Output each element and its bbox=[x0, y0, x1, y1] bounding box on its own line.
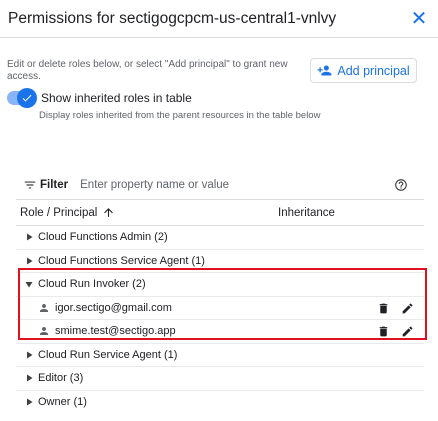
role-label: Cloud Run Service Agent (1) bbox=[38, 348, 178, 361]
role-label: Cloud Functions Admin (2) bbox=[38, 231, 168, 244]
role-row-cloud-functions-service-agent[interactable]: Cloud Functions Service Agent (1) bbox=[16, 250, 424, 273]
help-icon[interactable] bbox=[394, 178, 408, 192]
inherited-roles-toggle-row: Show inherited roles in table bbox=[7, 88, 192, 108]
intro-description: Edit or delete roles below, or select "A… bbox=[7, 59, 288, 82]
add-principal-label: Add principal bbox=[337, 63, 410, 78]
principal-label: smime.test@sectigo.app bbox=[55, 325, 176, 338]
close-icon[interactable]: ✕ bbox=[408, 8, 430, 30]
role-principal-column-header[interactable]: Role / Principal bbox=[20, 206, 115, 219]
dialog-title: Permissions for sectigogcpcm-us-central1… bbox=[8, 10, 337, 27]
caret-right-icon bbox=[27, 351, 33, 359]
delete-icon[interactable] bbox=[377, 325, 390, 338]
person-icon bbox=[40, 327, 48, 336]
caret-right-icon bbox=[27, 233, 33, 241]
role-label: Editor (3) bbox=[38, 372, 84, 385]
dialog-header: Permissions for sectigogcpcm-us-central1… bbox=[0, 0, 438, 38]
inherited-roles-label: Show inherited roles in table bbox=[41, 91, 192, 105]
role-label: Owner (1) bbox=[38, 396, 87, 409]
arrow-up-icon bbox=[104, 208, 114, 217]
permissions-table: Filter Role / Principal Inheritance Clou… bbox=[16, 170, 424, 414]
delete-icon[interactable] bbox=[377, 302, 390, 315]
principal-label: igor.sectigo@gmail.com bbox=[55, 301, 172, 314]
role-row-cloud-run-invoker[interactable]: Cloud Run Invoker (2) bbox=[16, 273, 424, 297]
role-label: Cloud Run Invoker (2) bbox=[38, 278, 146, 291]
role-label: Cloud Functions Service Agent (1) bbox=[38, 254, 205, 267]
inherited-roles-toggle[interactable] bbox=[7, 88, 37, 108]
table-header: Role / Principal Inheritance bbox=[16, 200, 424, 226]
principal-row-smime: smime.test@sectigo.app bbox=[16, 320, 424, 344]
caret-down-icon bbox=[25, 282, 33, 288]
filter-input[interactable] bbox=[80, 178, 361, 191]
person-icon bbox=[40, 303, 48, 312]
principal-row-igor: igor.sectigo@gmail.com bbox=[16, 297, 424, 320]
caret-right-icon bbox=[27, 257, 33, 265]
role-principal-header-label: Role / Principal bbox=[20, 206, 98, 219]
edit-icon[interactable] bbox=[401, 325, 414, 338]
row-actions bbox=[377, 302, 414, 315]
role-row-cloud-functions-admin[interactable]: Cloud Functions Admin (2) bbox=[16, 226, 424, 250]
caret-right-icon bbox=[27, 374, 33, 382]
role-row-owner[interactable]: Owner (1) bbox=[16, 391, 424, 415]
check-icon bbox=[17, 88, 37, 108]
inherited-roles-sublabel: Display roles inherited from the parent … bbox=[39, 110, 321, 121]
row-actions bbox=[377, 325, 414, 338]
filter-icon bbox=[24, 181, 36, 188]
filter-label: Filter bbox=[40, 178, 69, 191]
person-add-icon bbox=[317, 65, 332, 76]
edit-icon[interactable] bbox=[401, 302, 414, 315]
role-row-cloud-run-service-agent[interactable]: Cloud Run Service Agent (1) bbox=[16, 344, 424, 367]
caret-right-icon bbox=[27, 398, 33, 406]
filter-bar: Filter bbox=[16, 170, 424, 200]
add-principal-button[interactable]: Add principal bbox=[310, 58, 417, 83]
inheritance-column-header: Inheritance bbox=[278, 206, 335, 219]
role-row-editor[interactable]: Editor (3) bbox=[16, 367, 424, 391]
